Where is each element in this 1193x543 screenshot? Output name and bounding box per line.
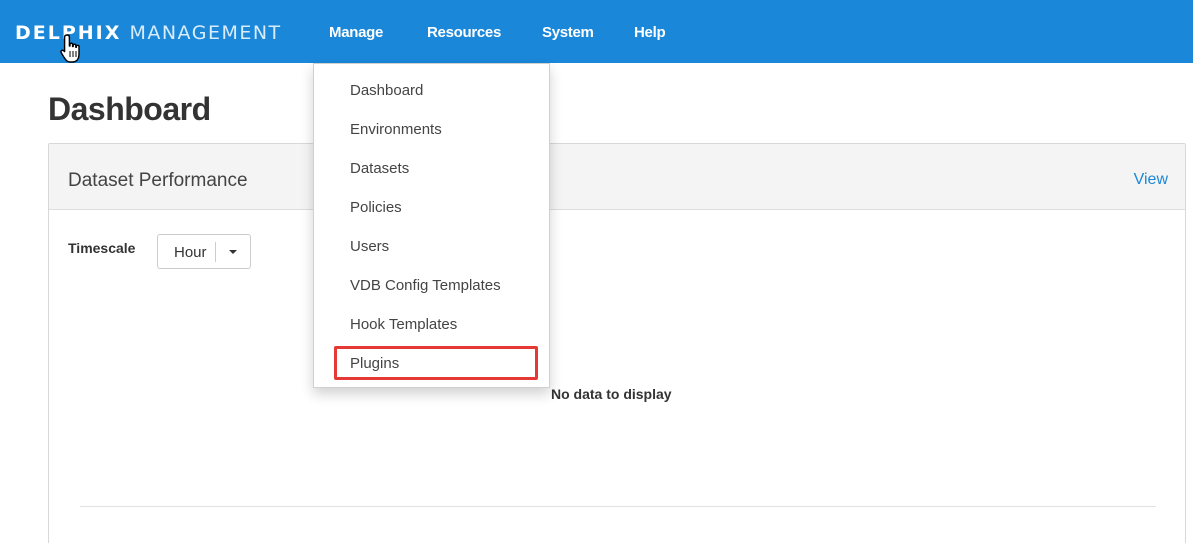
hand-pointer-icon [60,34,80,63]
menu-item-policies[interactable]: Policies [350,199,402,216]
plugins-highlight-box [334,346,538,380]
menu-item-users[interactable]: Users [350,238,389,255]
panel-title: Dataset Performance [68,170,248,191]
menu-item-dashboard[interactable]: Dashboard [350,82,423,99]
chart-baseline-divider [80,506,1156,507]
menu-item-hook-templates[interactable]: Hook Templates [350,316,457,333]
panel-header: Dataset Performance View [49,144,1185,210]
dropdown-separator [215,242,216,262]
menu-item-vdb-config-templates[interactable]: VDB Config Templates [350,277,501,294]
menu-item-environments[interactable]: Environments [350,121,442,138]
dataset-performance-panel: Dataset Performance View Timescale Hour … [48,143,1186,543]
timescale-label: Timescale [68,240,136,256]
menu-item-datasets[interactable]: Datasets [350,160,409,177]
no-data-message: No data to display [551,386,672,402]
brand-logo[interactable]: DELPHIX MANAGEMENT [15,22,282,44]
nav-help[interactable]: Help [634,24,666,41]
top-navbar: DELPHIX MANAGEMENT Manage Resources Syst… [0,0,1193,63]
caret-down-icon [229,250,237,254]
manage-dropdown-menu: Dashboard Environments Datasets Policies… [313,63,550,388]
view-link[interactable]: View [1134,171,1168,189]
nav-manage[interactable]: Manage [329,24,383,41]
page-title: Dashboard [48,91,211,127]
nav-resources[interactable]: Resources [427,24,501,41]
timescale-dropdown[interactable]: Hour [157,234,251,269]
brand-light-text: MANAGEMENT [129,22,282,44]
nav-system[interactable]: System [542,24,594,41]
timescale-value: Hour [174,244,207,261]
